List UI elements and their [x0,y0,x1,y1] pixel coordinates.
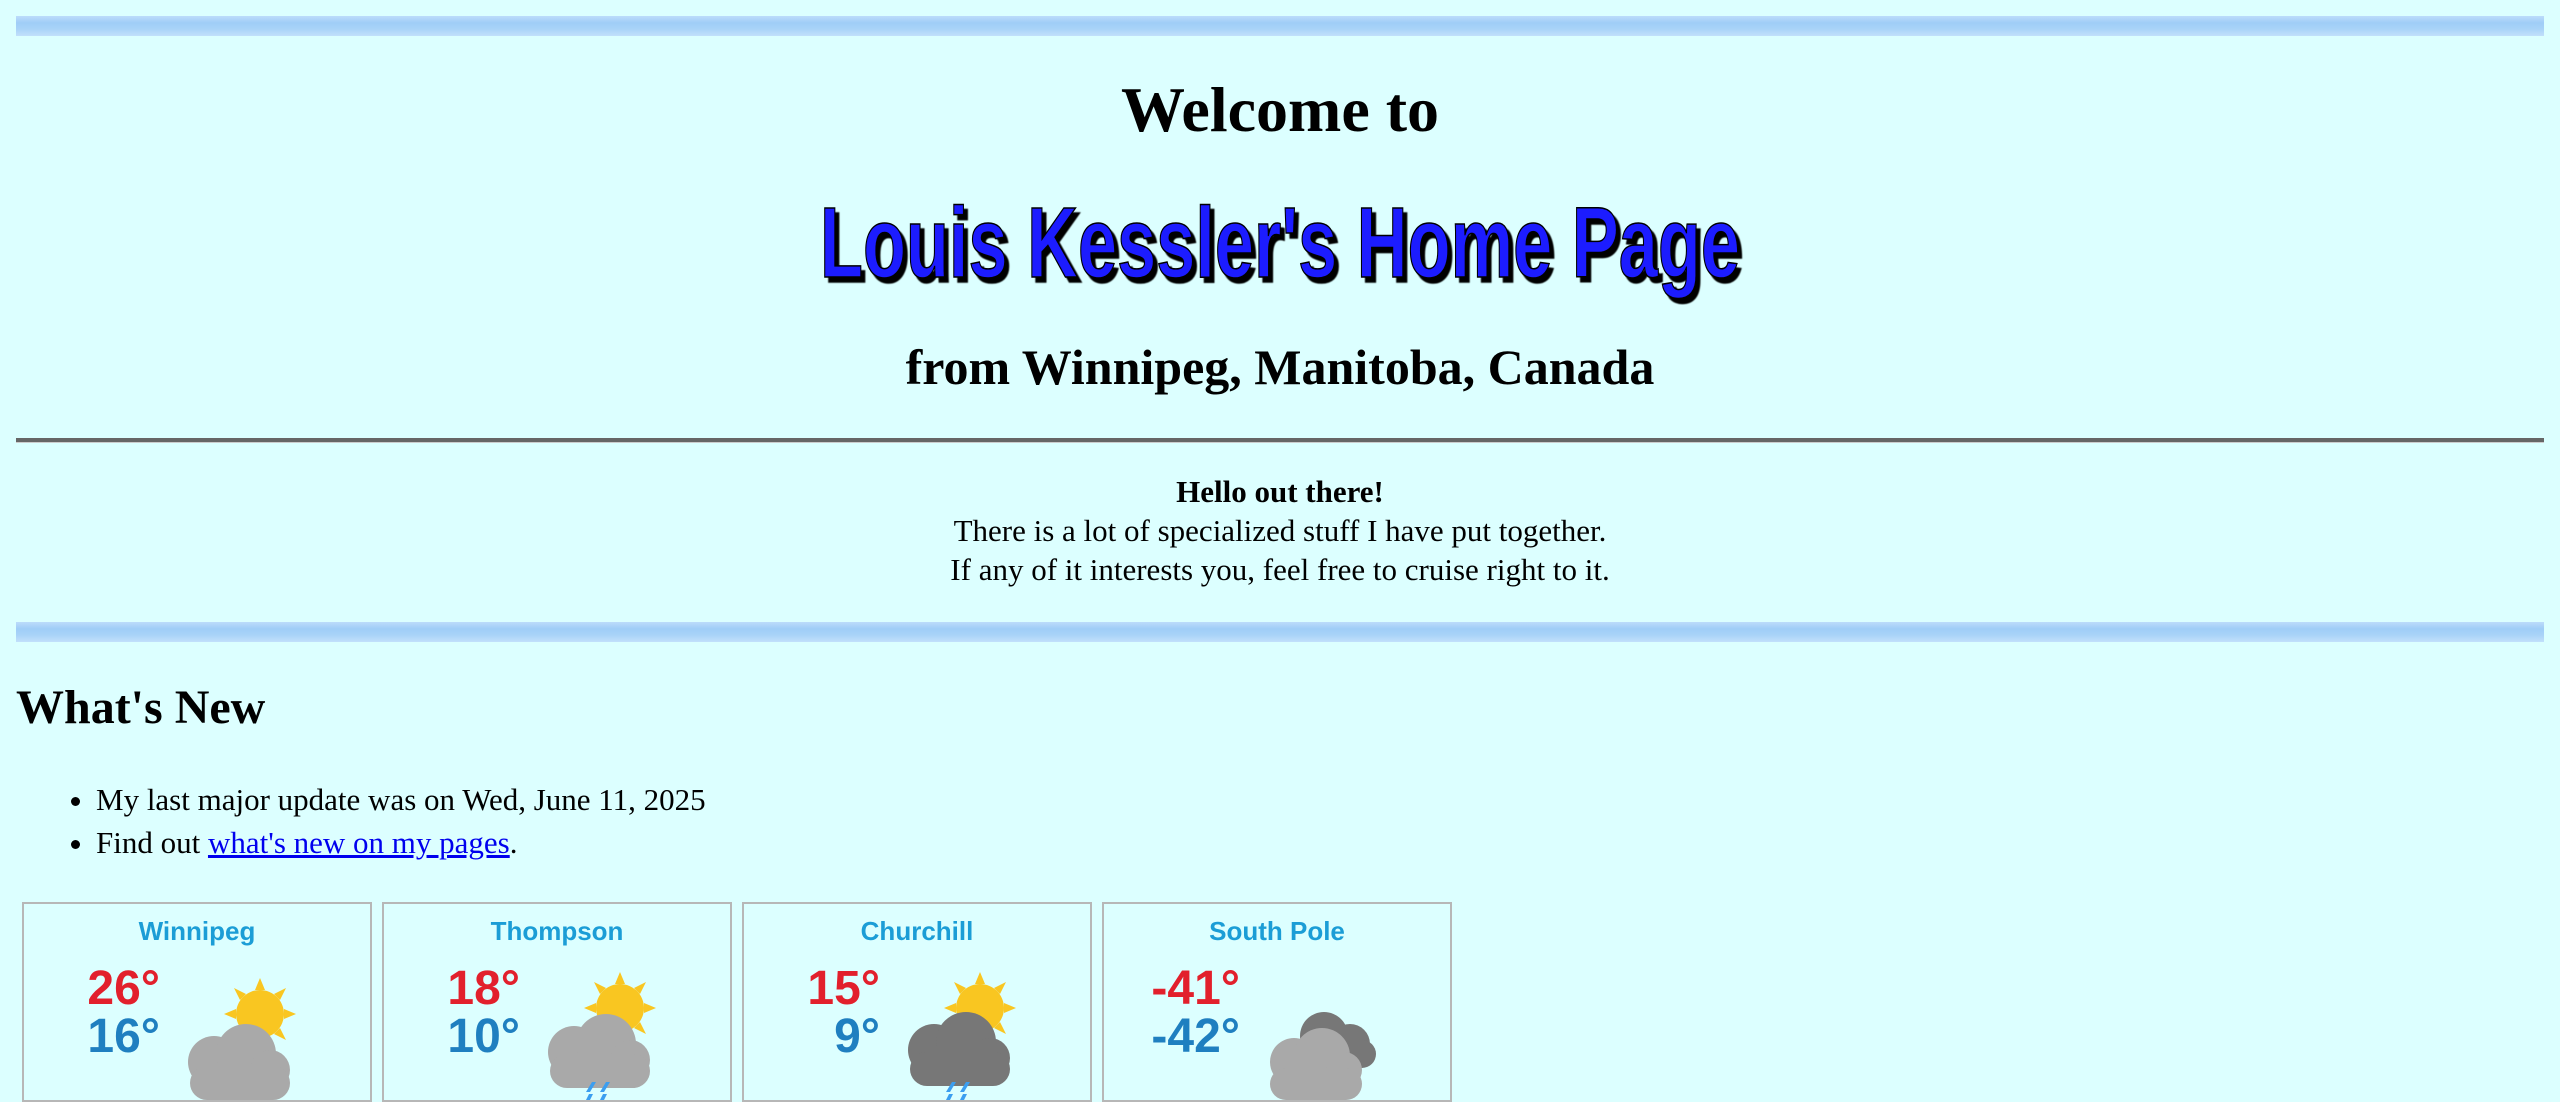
last-update-text: My last major update was on Wed, June 11… [96,782,706,817]
middle-divider-bar [16,622,2544,642]
find-out-prefix: Find out [96,825,208,860]
home-page-logo: Louis Kessler's Home Page [0,185,2560,305]
location-heading: from Winnipeg, Manitoba, Canada [905,339,1655,395]
intro-block: Hello out there! There is a lot of speci… [0,472,2560,589]
weather-city: Winnipeg [138,916,256,946]
weather-card-churchill[interactable]: Churchill 15° 9° [742,902,1092,1102]
weather-city: Thompson [490,916,624,946]
sun-rain-cloud-icon [548,972,656,1100]
weather-city: South Pole [1209,916,1345,946]
logo-text: Louis Kessler's Home Page [820,187,1740,299]
welcome-heading: Welcome to [1120,74,1440,145]
whats-new-list: My last major update was on Wed, June 11… [16,778,706,864]
dark-cloud-sun-rain-icon [908,972,1016,1100]
weather-card-south-pole[interactable]: South Pole -41° -42° [1102,902,1452,1102]
weather-high-temp: 15° [807,962,880,1015]
find-out-suffix: . [509,825,518,860]
weather-low-temp: 9° [834,1010,880,1063]
logo-graphic: Louis Kessler's Home Page [819,186,1741,300]
cloudy-icon [1270,1012,1376,1100]
weather-city: Churchill [860,916,974,946]
whats-new-heading: What's New [16,681,266,734]
weather-card-thompson[interactable]: Thompson 18° 10° [382,902,732,1102]
weather-low-temp: 10° [447,1010,520,1063]
weather-high-temp: 18° [447,962,520,1015]
weather-high-temp: 26° [87,962,160,1015]
top-divider-bar [16,16,2544,36]
weather-low-temp: 16° [87,1010,160,1063]
horizontal-rule [16,438,2544,443]
weather-low-temp: -42° [1151,1010,1240,1063]
intro-line-2: If any of it interests you, feel free to… [950,552,1610,587]
list-item: My last major update was on Wed, June 11… [96,778,706,821]
weather-high-temp: -41° [1151,962,1240,1015]
list-item: Find out what's new on my pages. [96,821,706,864]
whats-new-link[interactable]: what's new on my pages [208,825,510,860]
weather-card-winnipeg[interactable]: Winnipeg 26° 16° [22,902,372,1102]
greeting: Hello out there! [1176,474,1384,509]
intro-line-1: There is a lot of specialized stuff I ha… [953,513,1607,548]
partly-sunny-cloud-icon [188,978,296,1100]
